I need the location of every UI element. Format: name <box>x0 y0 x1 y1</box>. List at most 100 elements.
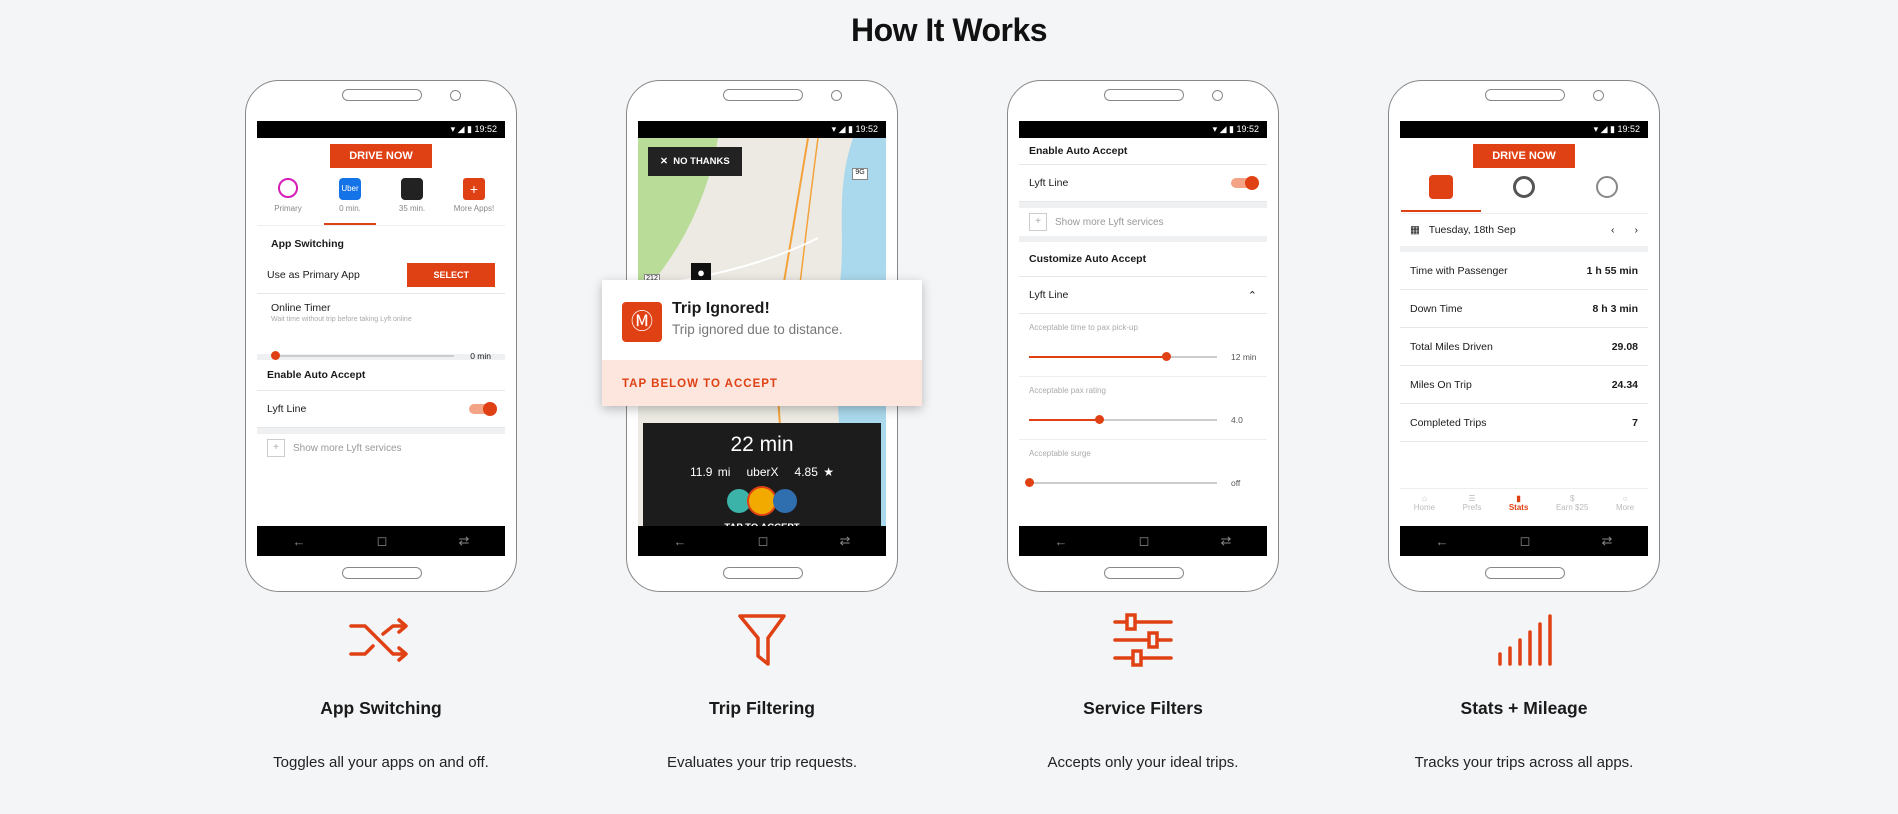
stat-label: Miles On Trip <box>1410 378 1472 391</box>
show-more-label: Show more <box>293 442 344 454</box>
back-icon[interactable]: ← <box>1055 534 1068 549</box>
chevron-right-icon[interactable]: › <box>1635 224 1639 236</box>
nav-label: Earn $25 <box>1555 503 1589 512</box>
app-label: 0 min. <box>339 204 361 213</box>
app-item-primary[interactable]: Primary <box>262 178 314 225</box>
back-icon[interactable]: ← <box>293 534 306 549</box>
tab-uber[interactable] <box>1567 176 1647 211</box>
drive-now-button[interactable]: DRIVE NOW <box>1473 144 1575 168</box>
trip-eta: 22 min <box>730 433 794 456</box>
nav-prefs[interactable]: ☰ Prefs <box>1463 494 1482 526</box>
nav-more[interactable]: ○ More <box>1616 494 1634 526</box>
nav-stats[interactable]: ▮ Stats <box>1509 494 1529 526</box>
no-thanks-button[interactable]: ✕ NO THANKS <box>648 147 742 176</box>
row-label: Use as Primary App <box>267 268 360 281</box>
slider-knob[interactable] <box>271 351 280 360</box>
tab-app-logo[interactable] <box>1401 175 1482 212</box>
nav-label: Stats <box>1508 503 1529 512</box>
stat-row: Miles On Trip 24.34 <box>1400 366 1648 404</box>
status-bar: ▾ ◢ ▮ 19:52 <box>638 121 886 138</box>
stat-label: Completed Trips <box>1410 416 1487 429</box>
signal-bars-icon <box>1498 614 1552 666</box>
home-square-icon[interactable]: ◻ <box>1520 533 1531 549</box>
stat-value: 7 <box>1632 416 1638 429</box>
android-nav-bar: ← ◻ ⇄ <box>1019 526 1267 556</box>
phone-home-button <box>1104 567 1184 579</box>
phone-mockup: ▾ ◢ ▮ 19:52 DRIVE NOW Primary Uber 0 min… <box>245 80 517 592</box>
home-square-icon[interactable]: ◻ <box>1139 533 1150 549</box>
slider-knob[interactable] <box>1162 352 1172 361</box>
lyft-line-row: Lyft Line <box>257 390 505 428</box>
sliders-icon <box>1113 613 1173 667</box>
lyft-icon <box>1512 176 1535 198</box>
app-item-uber[interactable]: Uber 0 min. <box>324 178 376 225</box>
status-bar: ▾ ◢ ▮ 19:52 <box>1019 121 1267 138</box>
app-tabs <box>1400 174 1648 214</box>
row-label: Lyft Line <box>1029 177 1069 189</box>
stat-value: 8 h 3 min <box>1592 302 1638 315</box>
tab-lyft[interactable] <box>1484 176 1564 211</box>
home-square-icon[interactable]: ◻ <box>377 533 388 549</box>
feature-title: Trip Filtering <box>709 698 815 718</box>
android-nav-bar: ← ◻ ⇄ <box>1400 526 1648 556</box>
slider-knob[interactable] <box>1025 478 1034 487</box>
pickup-slider-row: Acceptable time to pax pick-up 12 min <box>1019 314 1267 377</box>
tap-below-banner[interactable]: TAP BELOW TO ACCEPT <box>602 360 922 406</box>
home-square-icon[interactable]: ◻ <box>758 533 769 549</box>
section-heading: App Switching <box>271 238 344 250</box>
recents-icon[interactable]: ⇄ <box>1602 533 1613 549</box>
status-bar: ▾ ◢ ▮ 19:52 <box>257 121 505 138</box>
feature-desc: Tracks your trips across all apps. <box>1414 754 1634 771</box>
row-sublabel: Wait time without trip before taking Lyf… <box>271 316 412 323</box>
slider-knob[interactable] <box>1094 415 1104 424</box>
rating-slider[interactable] <box>1029 415 1217 424</box>
plus-icon: + <box>267 439 285 457</box>
app-label: 35 min. <box>398 204 426 213</box>
pickup-slider[interactable] <box>1029 352 1217 361</box>
phone-camera <box>831 90 842 101</box>
slider-value: 0 min <box>470 351 491 361</box>
surge-slider[interactable] <box>1025 478 1217 487</box>
bottom-nav: ⌂ Home ☰ Prefs ▮ Stats $ Earn $25 ○ More <box>1400 488 1648 526</box>
nav-earn[interactable]: $ Earn $25 <box>1556 494 1588 526</box>
stat-row: Completed Trips 7 <box>1400 404 1648 442</box>
app-item-lyft[interactable]: 35 min. <box>386 178 438 225</box>
recents-icon[interactable]: ⇄ <box>459 533 470 549</box>
chevron-left-icon[interactable]: ‹ <box>1611 224 1615 236</box>
select-button[interactable]: SELECT <box>407 262 495 287</box>
stat-row: Time with Passenger 1 h 55 min <box>1400 252 1648 290</box>
lyft-line-toggle[interactable] <box>1231 176 1259 190</box>
recents-icon[interactable]: ⇄ <box>840 533 851 549</box>
feature-title: App Switching <box>320 698 442 718</box>
steering-wheel-icon <box>278 178 298 198</box>
recents-icon[interactable]: ⇄ <box>1221 533 1232 549</box>
phone-camera <box>1593 90 1604 101</box>
trip-distance: 11.9 mi <box>690 465 731 479</box>
steering-wheel-icon <box>1595 176 1618 198</box>
trip-ignored-notification: Ⓜ Trip Ignored! Trip ignored due to dist… <box>602 280 922 406</box>
phone-camera <box>450 90 461 101</box>
date-nav: ‹ › <box>1611 224 1638 236</box>
lyft-line-expand-row[interactable]: Lyft Line ⌃ <box>1019 276 1267 314</box>
lyft-line-toggle[interactable] <box>469 402 497 416</box>
trip-rating: 4.85 ★ <box>794 465 834 479</box>
phone-camera <box>1212 90 1223 101</box>
slider-value: 12 min <box>1231 352 1257 362</box>
row-label: Lyft Line <box>1029 289 1069 301</box>
nav-home[interactable]: ⌂ Home <box>1414 494 1435 526</box>
back-icon[interactable]: ← <box>674 534 687 549</box>
back-icon[interactable]: ← <box>1436 534 1449 549</box>
funnel-icon <box>738 614 786 666</box>
status-time: 19:52 <box>474 124 497 134</box>
feature-title: Service Filters <box>1083 698 1203 718</box>
map-marker: 9G <box>852 168 868 180</box>
timer-slider[interactable] <box>271 351 455 360</box>
slider-value: off <box>1231 478 1241 488</box>
show-more-row[interactable]: + Show more Lyft services <box>1019 202 1267 236</box>
show-more-row[interactable]: + Show more Lyft services <box>257 428 505 462</box>
stat-label: Down Time <box>1410 302 1463 315</box>
surge-slider-row: Acceptable surge off <box>1019 440 1267 503</box>
drive-now-button[interactable]: DRIVE NOW <box>330 144 432 168</box>
app-item-more[interactable]: + More Apps! <box>448 178 500 225</box>
date-label: Tuesday, 18th Sep <box>1428 224 1516 236</box>
